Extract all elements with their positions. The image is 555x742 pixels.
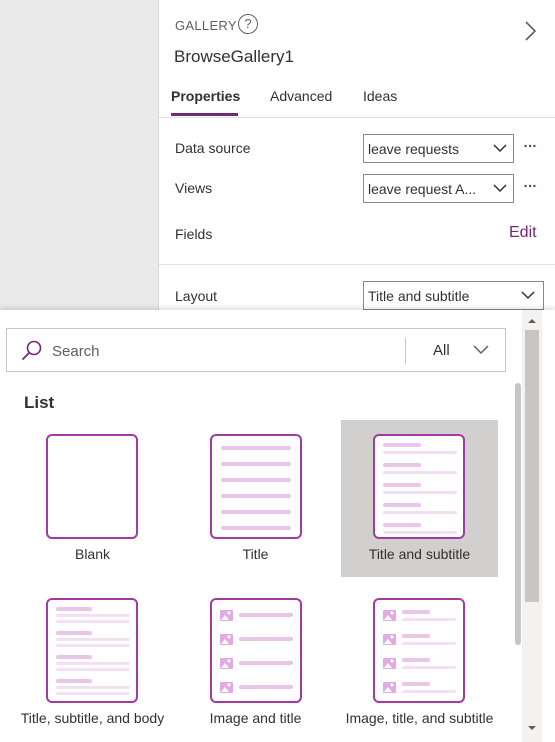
views-more-button[interactable]: … xyxy=(523,174,537,190)
filter-separator xyxy=(405,338,406,364)
layout-thumbnail xyxy=(210,598,302,703)
layout-filter-dropdown[interactable]: All xyxy=(407,329,505,371)
views-value: leave request A... xyxy=(368,181,477,197)
title-subtitle-lines-graphic xyxy=(383,443,457,534)
tab-properties[interactable]: Properties xyxy=(171,88,240,104)
chevron-right-icon[interactable] xyxy=(521,20,539,42)
title-lines-graphic xyxy=(221,446,291,530)
section-title-list: List xyxy=(24,393,55,412)
scroll-up-icon[interactable] xyxy=(526,316,538,326)
layout-option-blank[interactable]: Blank xyxy=(14,420,171,577)
gallery-scrollbar-thumb[interactable] xyxy=(515,383,521,645)
data-source-dropdown[interactable]: leave requests xyxy=(363,134,514,163)
chevron-down-icon xyxy=(493,184,507,193)
layout-dropdown[interactable]: Title and subtitle xyxy=(363,281,544,310)
control-name[interactable]: BrowseGallery1 xyxy=(174,47,294,67)
layout-thumbnail xyxy=(373,434,465,539)
layout-value: Title and subtitle xyxy=(368,288,470,304)
data-source-value: leave requests xyxy=(368,141,460,157)
tabs-divider xyxy=(159,117,555,118)
fields-divider xyxy=(159,264,555,265)
data-source-more-button[interactable]: … xyxy=(523,134,537,150)
layout-option-label: Title and subtitle xyxy=(368,546,471,562)
layout-thumbnail xyxy=(46,598,138,703)
layout-search-box[interactable]: All xyxy=(6,328,506,372)
image-title-graphic xyxy=(220,610,293,693)
data-source-label: Data source xyxy=(175,140,251,156)
layout-thumbnail xyxy=(46,434,138,539)
image-icon xyxy=(220,610,233,693)
layout-option-label: Blank xyxy=(74,546,111,562)
views-dropdown[interactable]: leave request A... xyxy=(363,174,514,203)
tab-ideas[interactable]: Ideas xyxy=(363,88,397,104)
active-tab-indicator xyxy=(171,113,238,116)
layout-option-image-and-title[interactable]: Image and title xyxy=(177,584,334,741)
layout-picker-flyout: All List Blank Title xyxy=(0,310,555,742)
filter-value: All xyxy=(433,342,450,359)
layout-option-label: Title xyxy=(242,546,269,562)
image-icon xyxy=(383,610,396,693)
help-icon[interactable]: ? xyxy=(238,14,258,34)
search-icon xyxy=(22,340,42,360)
layout-label: Layout xyxy=(175,288,218,304)
scroll-down-icon[interactable] xyxy=(526,723,538,733)
flyout-scrollbar-thumb[interactable] xyxy=(525,330,539,602)
search-input[interactable] xyxy=(52,341,392,361)
layout-option-title-and-subtitle[interactable]: Title and subtitle xyxy=(341,420,498,577)
layout-option-image-title-subtitle[interactable]: Image, title, and subtitle xyxy=(341,584,498,741)
layout-thumbnail xyxy=(210,434,302,539)
fields-label: Fields xyxy=(175,226,213,242)
chevron-down-icon xyxy=(493,144,507,153)
chevron-down-icon xyxy=(473,345,489,355)
fields-edit-link[interactable]: Edit xyxy=(509,224,537,242)
layout-option-label: Title, subtitle, and body xyxy=(20,710,165,726)
views-label: Views xyxy=(175,180,213,196)
image-title-subtitle-graphic xyxy=(383,610,456,693)
layout-thumbnail xyxy=(373,598,465,703)
control-type-label: GALLERY xyxy=(175,18,237,33)
layout-option-label: Image, title, and subtitle xyxy=(345,710,494,726)
title-subtitle-body-lines-graphic xyxy=(56,607,130,695)
layout-option-label: Image and title xyxy=(209,710,302,726)
chevron-down-icon xyxy=(521,291,535,300)
layout-option-title-subtitle-body[interactable]: Title, subtitle, and body xyxy=(14,584,171,741)
tab-advanced[interactable]: Advanced xyxy=(270,88,332,104)
layout-option-title[interactable]: Title xyxy=(177,420,334,577)
